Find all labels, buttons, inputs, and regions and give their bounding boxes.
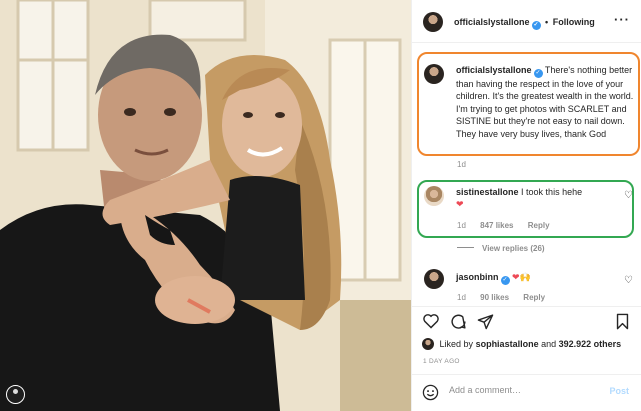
save-bookmark-icon[interactable] xyxy=(615,313,630,330)
heart-emoji-icon: ❤ xyxy=(512,272,520,282)
comment-body: I took this hehe xyxy=(521,187,583,197)
post-photo[interactable] xyxy=(0,0,411,411)
comment-likes-count[interactable]: 90 likes xyxy=(480,293,509,302)
like-heart-icon[interactable] xyxy=(422,313,440,329)
verified-icon: ✓ xyxy=(533,69,543,78)
liked-by-username[interactable]: sophiastallone xyxy=(476,339,539,349)
comment-text: sistinestallone I took this hehe ❤ xyxy=(456,186,621,211)
photo-illustration xyxy=(0,0,411,411)
post-comment-button[interactable]: Post xyxy=(609,386,629,396)
caption: officialslystallone ✓ There's nothing bet… xyxy=(456,64,634,140)
post-side-panel: officialslystallone ✓ • Following ··· off… xyxy=(411,0,641,411)
add-comment-input[interactable] xyxy=(449,385,599,395)
post-header: officialslystallone ✓ • Following ··· xyxy=(412,0,641,43)
comment-like-heart-icon[interactable]: ♡ xyxy=(624,275,633,286)
following-button[interactable]: Following xyxy=(553,17,595,27)
verified-icon: ✓ xyxy=(500,276,510,285)
comment-avatar[interactable] xyxy=(424,269,444,289)
tagged-user-icon[interactable] xyxy=(6,385,25,404)
view-replies-button[interactable]: View replies (26) xyxy=(457,244,545,253)
comment-username[interactable]: sistinestallone xyxy=(456,187,519,197)
heart-emoji-icon: ❤ xyxy=(456,199,464,210)
likes-count-link[interactable]: 392.922 others xyxy=(559,339,622,349)
likes-summary: Liked by sophiastallone and 392.922 othe… xyxy=(422,338,621,350)
more-options-icon[interactable]: ··· xyxy=(614,12,630,27)
comment-like-heart-icon[interactable]: ♡ xyxy=(624,190,633,201)
author-avatar[interactable] xyxy=(423,12,443,32)
author-username[interactable]: officialslystallone xyxy=(454,17,530,27)
liked-by-avatar[interactable] xyxy=(422,338,434,350)
comment-bubble-icon[interactable] xyxy=(450,313,467,330)
liked-by-prefix: Liked by xyxy=(439,339,474,349)
comment-avatar[interactable] xyxy=(424,186,444,206)
action-bar xyxy=(412,306,641,336)
comment-meta: 1d 90 likes Reply xyxy=(457,293,557,302)
comment-meta: 1d 847 likes Reply xyxy=(457,221,562,230)
header-username-row: officialslystallone ✓ • Following xyxy=(454,17,595,30)
comment-timestamp[interactable]: 1d xyxy=(457,293,466,302)
post-timestamp[interactable]: 1 DAY AGO xyxy=(423,358,460,365)
comment-timestamp[interactable]: 1d xyxy=(457,221,466,230)
comment-likes-count[interactable]: 847 likes xyxy=(480,221,513,230)
separator-dot: • xyxy=(545,17,549,27)
caption-timestamp[interactable]: 1d xyxy=(457,160,466,169)
reply-button[interactable]: Reply xyxy=(523,293,545,302)
emoji-smiley-icon[interactable] xyxy=(422,384,439,401)
reply-button[interactable]: Reply xyxy=(528,221,550,230)
liked-by-and: and xyxy=(541,339,557,349)
share-paper-plane-icon[interactable] xyxy=(477,313,494,330)
caption-body: There's nothing better than having the r… xyxy=(456,65,634,139)
caption-author-avatar[interactable] xyxy=(424,64,444,84)
comment-username[interactable]: jasonbinn xyxy=(456,272,499,282)
comment-text: jasonbinn ✓ ❤🙌 xyxy=(456,272,531,285)
caption-author-username[interactable]: officialslystallone xyxy=(456,65,532,75)
raising-hands-emoji-icon: 🙌 xyxy=(519,272,531,282)
verified-icon: ✓ xyxy=(531,21,541,30)
